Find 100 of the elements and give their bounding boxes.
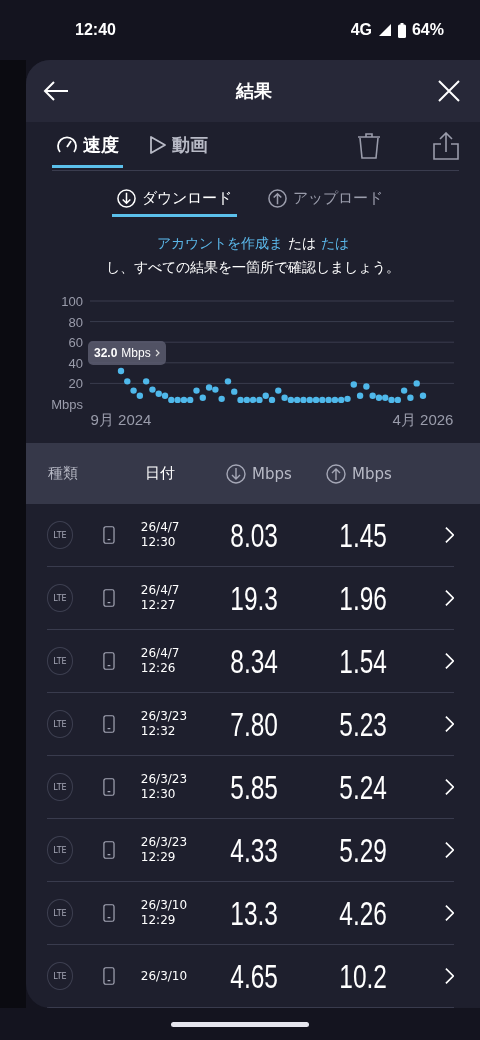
upload-speed: 10.2	[338, 956, 387, 996]
phone-icon	[102, 840, 115, 860]
notice-text: たは	[288, 235, 316, 253]
test-time: 12:29	[140, 850, 177, 865]
result-row[interactable]: LTE 26/4/7 12:27 19.3 1.96	[47, 567, 454, 630]
tab[interactable]: 動画	[145, 124, 212, 168]
home-indicator[interactable]	[171, 1021, 309, 1027]
share-button[interactable]	[433, 132, 459, 160]
tab[interactable]: 速度	[52, 124, 123, 168]
test-time: 12:30	[140, 535, 177, 550]
phone-icon	[102, 525, 115, 545]
upload-speed: 1.45	[338, 515, 387, 555]
create-account-link[interactable]: アカウントを作成ま	[157, 235, 283, 253]
chevron-icon	[444, 715, 454, 733]
chevron-icon	[444, 841, 454, 859]
result-row[interactable]: LTE 26/3/23 12:30 5.85 5.24	[47, 756, 454, 819]
upload-speed: 1.96	[338, 578, 387, 618]
column-header: 種類	[48, 464, 78, 483]
column-header: Mbps	[252, 464, 292, 483]
column-header: Mbps	[352, 464, 392, 483]
direction-tab[interactable]: ダウンロード	[112, 185, 237, 217]
test-date: 26/3/23	[140, 772, 189, 787]
phone-icon	[102, 651, 115, 671]
result-row[interactable]: LTE 26/4/7 12:26 8.34 1.54	[47, 630, 454, 693]
tooltip-unit: Mbps	[121, 346, 151, 360]
result-row[interactable]: LTE 26/3/10 12:29 13.3 4.26	[47, 882, 454, 945]
battery-icon	[397, 22, 406, 38]
test-time: 12:30	[140, 787, 177, 802]
test-date: 26/3/23	[140, 835, 189, 850]
y-tick-label: 20	[68, 376, 83, 392]
data-point	[224, 378, 232, 385]
y-tick-label: 80	[68, 314, 83, 330]
download-speed: 7.80	[230, 704, 279, 744]
phone-icon	[102, 588, 115, 608]
data-point	[117, 367, 125, 375]
data-point	[218, 395, 225, 403]
test-date: 26/4/7	[140, 520, 181, 535]
phone-icon	[102, 777, 115, 797]
value-tooltip[interactable]: 32.0 Mbps	[88, 341, 166, 365]
close-button[interactable]	[438, 80, 460, 102]
download-speed: 4.33	[230, 830, 279, 870]
play-icon	[149, 134, 167, 155]
download-speed: 19.3	[230, 578, 279, 618]
upload-speed: 4.26	[338, 893, 387, 933]
upload-speed: 1.54	[338, 641, 387, 681]
chevron-icon	[444, 589, 454, 607]
test-time: 12:29	[140, 913, 177, 928]
chevron-icon	[444, 652, 454, 670]
phone-icon	[102, 966, 115, 986]
data-point	[124, 378, 131, 385]
upload-speed: 5.23	[338, 704, 387, 744]
chevron-icon	[444, 904, 454, 922]
data-point	[350, 381, 357, 388]
y-tick-label: 40	[68, 355, 83, 371]
data-point	[419, 392, 427, 399]
data-point	[356, 392, 364, 399]
result-row[interactable]: LTE 26/4/7 12:30 8.03 1.45	[47, 504, 454, 567]
test-time: 12:26	[140, 661, 177, 676]
result-row[interactable]: LTE 26/3/23 12:29 4.33 5.29	[47, 819, 454, 882]
signal-icon	[377, 23, 392, 37]
network-label: 4G	[350, 21, 372, 39]
x-tick-label: 4月 2026	[392, 411, 454, 428]
download-speed: 8.34	[230, 641, 279, 681]
column-header: 日付	[145, 464, 175, 483]
test-date: 26/4/7	[140, 583, 181, 598]
download-speed: 5.85	[230, 767, 279, 807]
test-date: 26/4/7	[140, 646, 181, 661]
chevron-icon	[444, 778, 454, 796]
status-time: 12:40	[75, 21, 116, 39]
y-tick-label: 100	[61, 294, 83, 309]
direction-tab[interactable]: アップロード	[263, 185, 388, 217]
test-date: 26/3/23	[140, 709, 189, 724]
chevron-icon	[444, 526, 454, 544]
result-row[interactable]: LTE 26/3/23 12:32 7.80 5.23	[47, 693, 454, 756]
notice-text: し、すべての結果を一箇所で確認しましょう。	[106, 259, 400, 277]
upload-speed: 5.24	[338, 767, 387, 807]
test-date: 26/3/10	[140, 968, 189, 984]
test-date: 26/3/10	[140, 898, 189, 913]
battery-percent: 64%	[411, 21, 444, 39]
create-account-link[interactable]: たは	[321, 235, 349, 253]
phone-icon	[102, 903, 115, 923]
upload-speed: 5.29	[338, 830, 387, 870]
chevron-icon	[154, 349, 160, 357]
test-time: 12:32	[140, 724, 177, 739]
download-speed: 4.65	[230, 956, 279, 996]
y-tick-label: Mbps	[51, 397, 83, 412]
window-title: 結果	[235, 79, 272, 103]
data-point	[413, 380, 420, 387]
download-speed: 8.03	[230, 515, 279, 555]
tooltip-value: 32.0	[94, 346, 118, 360]
delete-button[interactable]	[357, 133, 381, 159]
chevron-icon	[444, 967, 454, 985]
back-button[interactable]	[43, 80, 69, 102]
data-point	[363, 383, 370, 390]
download-speed: 13.3	[230, 893, 279, 933]
gauge-icon	[56, 134, 78, 155]
test-time: 12:27	[140, 598, 177, 613]
x-tick-label: 9月 2024	[90, 411, 152, 428]
phone-icon	[102, 714, 115, 734]
y-tick-label: 60	[68, 335, 83, 351]
